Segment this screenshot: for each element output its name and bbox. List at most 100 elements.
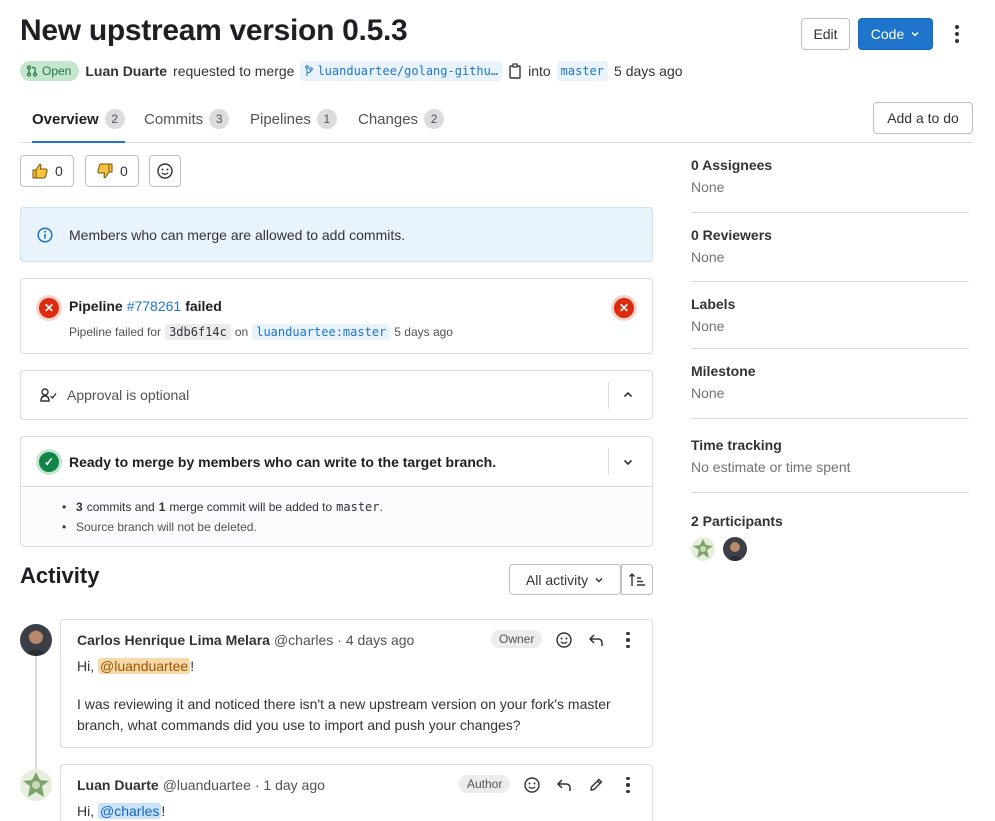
pipeline-widget: ✕ Pipeline #778261 failed Pipeline faile…: [20, 278, 653, 354]
edit-button-label: Edit: [813, 26, 838, 42]
thumbs-up-count: 0: [55, 163, 63, 179]
merge-request-meta: Open Luan Duarte requested to merge luan…: [20, 60, 683, 82]
thumbs-down-count: 0: [120, 163, 128, 179]
participants-label: 2 Participants: [691, 513, 783, 529]
author-name[interactable]: Luan Duarte: [85, 63, 167, 79]
labels-value: None: [691, 318, 725, 334]
participant-avatar-carlos[interactable]: [723, 537, 747, 561]
source-branch-note: • Source branch will not be deleted.: [62, 520, 257, 534]
role-badge: Author: [459, 775, 511, 793]
note-time[interactable]: · 4 days ago: [337, 632, 414, 648]
tab-changes[interactable]: Changes 2: [358, 96, 445, 142]
sidebar-milestone: Milestone None: [691, 363, 969, 401]
note-author-handle[interactable]: @luanduartee: [163, 777, 251, 793]
sidebar-labels: Labels None: [691, 296, 969, 334]
activity-heading: Activity: [20, 563, 100, 588]
pipeline-status: failed: [185, 298, 222, 314]
code-button[interactable]: Code: [858, 18, 933, 50]
note-author-name[interactable]: Carlos Henrique Lima Melara: [77, 632, 270, 648]
add-reaction-icon[interactable]: [524, 777, 540, 793]
merge-target-branch: master: [336, 500, 380, 514]
sidebar-time-tracking: Time tracking No estimate or time spent: [691, 437, 969, 475]
note-time[interactable]: · 1 day ago: [255, 777, 325, 793]
role-badge: Owner: [491, 630, 543, 648]
status-badge: Open: [20, 61, 80, 81]
status-label: Open: [42, 64, 72, 78]
edit-button[interactable]: Edit: [801, 18, 850, 50]
into-text: into: [528, 63, 551, 79]
merge-widget: ✓ Ready to merge by members who can writ…: [20, 436, 653, 547]
note-body: I was reviewing it and noticed there isn…: [77, 696, 611, 733]
tab-commits-count: 3: [209, 109, 230, 129]
pipeline-stage-failed-icon[interactable]: ✕: [614, 298, 634, 318]
info-banner: Members who can merge are allowed to add…: [20, 207, 653, 262]
tab-overview[interactable]: Overview 2: [32, 96, 125, 143]
note-author-name[interactable]: Luan Duarte: [77, 777, 159, 793]
time-tracking-value: No estimate or time spent: [691, 459, 851, 475]
add-todo-label: Add a to do: [887, 110, 959, 126]
source-branch[interactable]: luanduartee/golang-githu…: [300, 61, 503, 81]
pipeline-on-text: on: [234, 325, 249, 339]
thumbs-down-icon: [97, 163, 113, 179]
note-author-avatar-carlos[interactable]: [20, 624, 52, 656]
note-exclamation: !: [190, 658, 195, 674]
reply-icon[interactable]: [556, 777, 572, 793]
merge-commit-count: 1: [158, 500, 166, 514]
note-greeting: Hi,: [77, 803, 95, 819]
add-todo-button[interactable]: Add a to do: [873, 102, 973, 134]
thumbs-down-button[interactable]: 0: [85, 155, 139, 187]
tab-commits[interactable]: Commits 3: [144, 96, 230, 142]
labels-label: Labels: [691, 296, 736, 312]
commits-count: 3: [76, 500, 83, 514]
merge-request-icon: [26, 65, 38, 77]
thumbs-up-button[interactable]: 0: [20, 155, 74, 187]
add-reaction-button[interactable]: [149, 155, 181, 187]
branch-icon: [305, 65, 314, 76]
reply-icon[interactable]: [588, 632, 604, 648]
source-branch-label: luanduartee/golang-githu…: [317, 64, 499, 78]
reviewers-label: 0 Reviewers: [691, 227, 772, 243]
chevron-up-icon[interactable]: [621, 388, 635, 402]
tab-pipelines-label: Pipelines: [250, 110, 311, 128]
copy-icon[interactable]: [508, 63, 522, 79]
activity-filter-dropdown[interactable]: All activity: [509, 564, 621, 595]
milestone-label: Milestone: [691, 363, 756, 379]
code-button-label: Code: [870, 26, 905, 42]
user-mention[interactable]: @charles: [98, 803, 162, 819]
requested-text: requested to merge: [173, 63, 295, 79]
tab-overview-count: 2: [104, 109, 125, 129]
commits-text: commits and: [86, 500, 155, 514]
pipeline-time: 5 days ago: [394, 325, 453, 339]
info-icon: [37, 226, 53, 243]
pipeline-link[interactable]: #778261: [127, 298, 182, 314]
tab-changes-count: 2: [424, 109, 445, 129]
more-actions-icon[interactable]: [949, 24, 965, 44]
info-banner-text: Members who can merge are allowed to add…: [69, 226, 406, 243]
commit-sha[interactable]: 3db6f14c: [165, 324, 231, 340]
milestone-value: None: [691, 385, 725, 401]
merge-request-tabs: Overview 2 Commits 3 Pipelines 1 Changes…: [20, 96, 973, 143]
merge-commit-text: merge commit will be added to: [169, 500, 333, 514]
target-branch[interactable]: master: [556, 61, 609, 81]
page-title: New upstream version 0.5.3: [20, 14, 408, 47]
chevron-down-icon[interactable]: [621, 455, 635, 469]
add-reaction-icon[interactable]: [556, 632, 572, 648]
pipeline-prefix: Pipeline: [69, 298, 123, 314]
more-actions-icon[interactable]: [620, 777, 636, 793]
pipeline-branch[interactable]: luanduartee:master: [252, 324, 391, 340]
note-author-avatar-luan[interactable]: [20, 769, 52, 801]
sort-direction-button[interactable]: [621, 564, 653, 595]
chevron-down-icon: [911, 31, 919, 37]
approval-widget: Approval is optional: [20, 370, 653, 420]
activity-filter-label: All activity: [525, 571, 589, 588]
more-actions-icon[interactable]: [620, 632, 636, 648]
merge-ready-icon: ✓: [39, 452, 59, 472]
participant-avatar-luan[interactable]: [691, 537, 715, 561]
merge-commit-summary: • 3 commits and 1 merge commit will be a…: [62, 500, 383, 514]
smiley-icon: [157, 163, 173, 179]
reviewers-value: None: [691, 249, 725, 265]
note-author-handle[interactable]: @charles: [274, 632, 333, 648]
edit-pencil-icon[interactable]: [588, 777, 604, 793]
tab-pipelines[interactable]: Pipelines 1: [250, 96, 337, 142]
user-mention[interactable]: @luanduartee: [98, 658, 191, 674]
